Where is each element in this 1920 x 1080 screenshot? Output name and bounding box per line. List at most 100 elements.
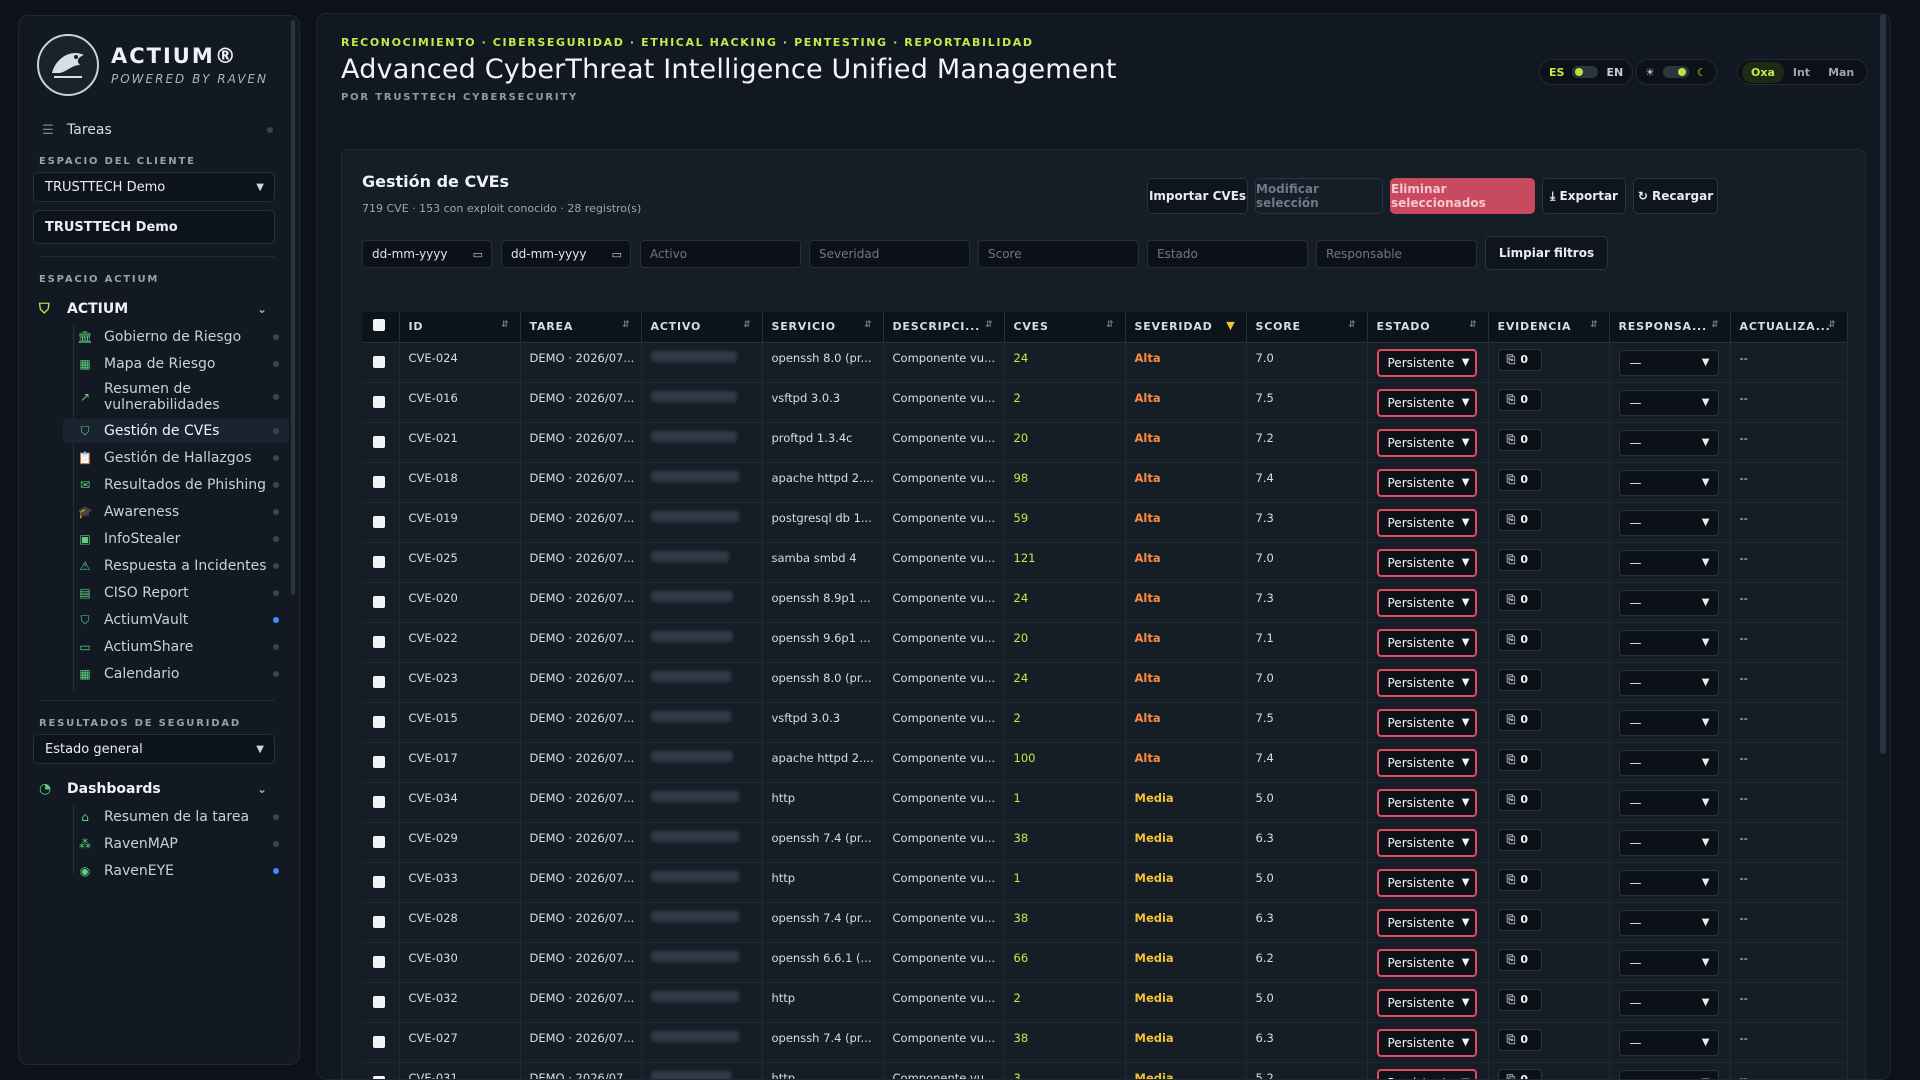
sidebar-item-ravenmap[interactable]: ⁂ RavenMAP (63, 833, 289, 855)
estado-select[interactable]: Persistente ▼ (1376, 468, 1477, 497)
client-select[interactable]: TRUSTTECH Demo ▼ (33, 172, 275, 202)
sidebar-item-actiumshare[interactable]: ▭ ActiumShare (63, 636, 289, 658)
evidence-button[interactable]: ⎘ 0 (1497, 548, 1542, 571)
row-checkbox[interactable] (373, 595, 385, 608)
responsable-select[interactable]: —▼ (1618, 749, 1719, 776)
responsable-select[interactable]: —▼ (1618, 429, 1719, 456)
brand-logo[interactable]: ACTIUM® POWERED BY RAVEN (37, 34, 268, 96)
column-header[interactable]: EVIDENCIA ⇵ (1488, 312, 1610, 343)
sidebar-item-infostealer[interactable]: ▣ InfoStealer (63, 528, 289, 550)
column-header[interactable]: DESCRIPCI... ⇵ (883, 312, 1005, 343)
table-row[interactable]: CVE-017 DEMO · 2026/07... apache httpd 2..… (362, 742, 1848, 783)
table-row[interactable]: CVE-015 DEMO · 2026/07... vsftpd 3.0.3 Comp… (362, 702, 1848, 743)
responsable-select[interactable]: —▼ (1618, 829, 1719, 856)
row-checkbox[interactable] (373, 435, 385, 448)
row-checkbox[interactable] (373, 755, 385, 768)
row-checkbox[interactable] (373, 875, 385, 888)
estado-select[interactable]: Persistente ▼ (1376, 708, 1477, 737)
estado-select[interactable]: Persistente ▼ (1376, 988, 1477, 1017)
row-checkbox[interactable] (373, 715, 385, 728)
table-row[interactable]: CVE-018 DEMO · 2026/07... apache httpd 2..… (362, 462, 1848, 503)
estado-filter[interactable]: Estado (1147, 240, 1308, 268)
page-scrollbar[interactable] (1880, 14, 1886, 754)
severidad-filter[interactable]: Severidad (809, 240, 970, 268)
mode-oxa[interactable]: Oxa (1742, 61, 1784, 83)
evidence-button[interactable]: ⎘ 0 (1497, 788, 1542, 811)
evidence-button[interactable]: ⎘ 0 (1497, 948, 1542, 971)
row-checkbox[interactable] (373, 475, 385, 488)
estado-select[interactable]: Persistente ▼ (1376, 1028, 1477, 1057)
column-header[interactable]: SERVICIO ⇵ (762, 312, 884, 343)
estado-select[interactable]: Persistente ▼ (1376, 428, 1477, 457)
evidence-button[interactable]: ⎘ 0 (1497, 708, 1542, 731)
responsable-select[interactable]: —▼ (1618, 629, 1719, 656)
estado-select[interactable]: Persistente ▼ (1376, 508, 1477, 537)
activo-filter[interactable]: Activo (640, 240, 801, 268)
row-checkbox[interactable] (373, 675, 385, 688)
table-row[interactable]: CVE-034 DEMO · 2026/07... http Componente v… (362, 782, 1848, 823)
column-header[interactable]: RESPONSA... ⇵ (1609, 312, 1731, 343)
evidence-button[interactable]: ⎘ 0 (1497, 868, 1542, 891)
table-row[interactable]: CVE-031 DEMO · 2026/07... http Componente v… (362, 1062, 1848, 1079)
sidebar-item-actiumvault[interactable]: ⛉ ActiumVault (63, 609, 289, 631)
sidebar-item-mapa[interactable]: ▦ Mapa de Riesgo (63, 353, 289, 375)
evidence-button[interactable]: ⎘ 0 (1497, 428, 1542, 451)
row-checkbox[interactable] (373, 395, 385, 408)
modify-selection-button[interactable]: Modificar selección (1255, 178, 1383, 214)
responsable-select[interactable]: —▼ (1618, 949, 1719, 976)
mode-man[interactable]: Man (1819, 62, 1863, 83)
mode-segmented[interactable]: Oxa Int Man (1737, 59, 1869, 85)
sidebar-item-raveneye[interactable]: ◉ RavenEYE (63, 860, 289, 882)
row-checkbox[interactable] (373, 795, 385, 808)
table-row[interactable]: CVE-029 DEMO · 2026/07... openssh 7.4 (pr.… (362, 822, 1848, 863)
responsable-select[interactable]: —▼ (1618, 1069, 1719, 1079)
responsable-select[interactable]: —▼ (1618, 989, 1719, 1016)
responsable-select[interactable]: —▼ (1618, 349, 1719, 376)
table-row[interactable]: CVE-033 DEMO · 2026/07... http Componente v… (362, 862, 1848, 903)
estado-select[interactable]: Persistente ▼ (1376, 388, 1477, 417)
reload-button[interactable]: ↻ Recargar (1633, 178, 1718, 214)
clear-filters-button[interactable]: Limpiar filtros (1485, 236, 1608, 270)
score-filter[interactable]: Score (978, 240, 1139, 268)
import-cves-button[interactable]: Importar CVEs (1147, 178, 1248, 214)
sidebar-item-phishing[interactable]: ✉ Resultados de Phishing (63, 474, 289, 496)
responsable-select[interactable]: —▼ (1618, 669, 1719, 696)
group-dashboards[interactable]: ◔ Dashboards ⌄ (39, 778, 275, 800)
responsable-select[interactable]: —▼ (1618, 509, 1719, 536)
security-select[interactable]: Estado general ▼ (33, 734, 275, 764)
evidence-button[interactable]: ⎘ 0 (1497, 1028, 1542, 1051)
column-header[interactable]: ACTUALIZA... ⇵ (1730, 312, 1848, 343)
export-button[interactable]: ⤓ Exportar (1542, 178, 1626, 214)
estado-select[interactable]: Persistente ▼ (1376, 948, 1477, 977)
responsable-select[interactable]: —▼ (1618, 389, 1719, 416)
evidence-button[interactable]: ⎘ 0 (1497, 1068, 1542, 1079)
language-switch[interactable] (1572, 66, 1599, 78)
table-row[interactable]: CVE-024 DEMO · 2026/07... openssh 8.0 (pr.… (362, 342, 1848, 383)
estado-select[interactable]: Persistente ▼ (1376, 628, 1477, 657)
row-checkbox[interactable] (373, 955, 385, 968)
evidence-button[interactable]: ⎘ 0 (1497, 828, 1542, 851)
sidebar-item-gobierno[interactable]: 🏛 Gobierno de Riesgo (63, 326, 289, 348)
select-all-checkbox[interactable] (373, 319, 385, 332)
table-row[interactable]: CVE-016 DEMO · 2026/07... vsftpd 3.0.3 Comp… (362, 382, 1848, 423)
sidebar-item-incidentes[interactable]: ⚠ Respuesta a Incidentes (63, 555, 289, 577)
evidence-button[interactable]: ⎘ 0 (1497, 628, 1542, 651)
column-header[interactable]: ESTADO ⇵ (1367, 312, 1489, 343)
row-checkbox[interactable] (373, 555, 385, 568)
row-checkbox[interactable] (373, 1035, 385, 1048)
column-header[interactable]: CVES ⇵ (1004, 312, 1126, 343)
estado-select[interactable]: Persistente ▼ (1376, 588, 1477, 617)
sidebar-item-resumen-tarea[interactable]: ⌂ Resumen de la tarea (63, 806, 289, 828)
table-row[interactable]: CVE-032 DEMO · 2026/07... http Componente v… (362, 982, 1848, 1023)
responsable-filter[interactable]: Responsable (1316, 240, 1477, 268)
evidence-button[interactable]: ⎘ 0 (1497, 508, 1542, 531)
estado-select[interactable]: Persistente ▼ (1376, 908, 1477, 937)
table-row[interactable]: CVE-025 DEMO · 2026/07... samba smbd 4 Comp… (362, 542, 1848, 583)
estado-select[interactable]: Persistente ▼ (1376, 348, 1477, 377)
responsable-select[interactable]: —▼ (1618, 869, 1719, 896)
group-actium[interactable]: ⛉ ACTIUM ⌄ (39, 298, 275, 320)
evidence-button[interactable]: ⎘ 0 (1497, 588, 1542, 611)
estado-select[interactable]: Persistente ▼ (1376, 668, 1477, 697)
responsable-select[interactable]: —▼ (1618, 549, 1719, 576)
column-header[interactable]: ID ⇵ (399, 312, 521, 343)
